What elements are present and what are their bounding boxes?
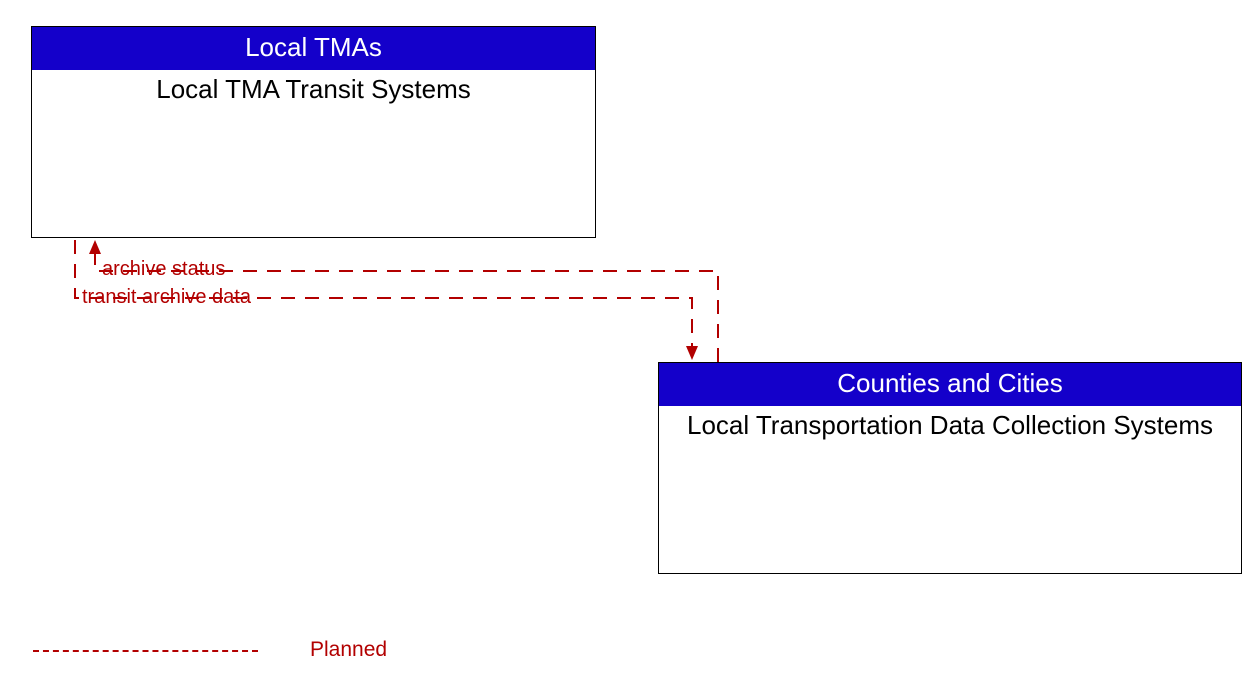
entity-local-transportation-data: Counties and Cities Local Transportation…	[658, 362, 1242, 574]
entity-local-tma: Local TMAs Local TMA Transit Systems	[31, 26, 596, 238]
flow-label-transit-archive-data: transit archive data	[82, 286, 251, 309]
entity-header: Local TMAs	[32, 27, 595, 70]
flow-label-archive-status: archive status	[102, 258, 225, 281]
legend-label-planned: Planned	[310, 638, 387, 662]
legend-line-planned	[33, 650, 258, 652]
entity-header: Counties and Cities	[659, 363, 1241, 406]
entity-title: Local TMA Transit Systems	[32, 70, 595, 115]
entity-title: Local Transportation Data Collection Sys…	[659, 406, 1241, 451]
